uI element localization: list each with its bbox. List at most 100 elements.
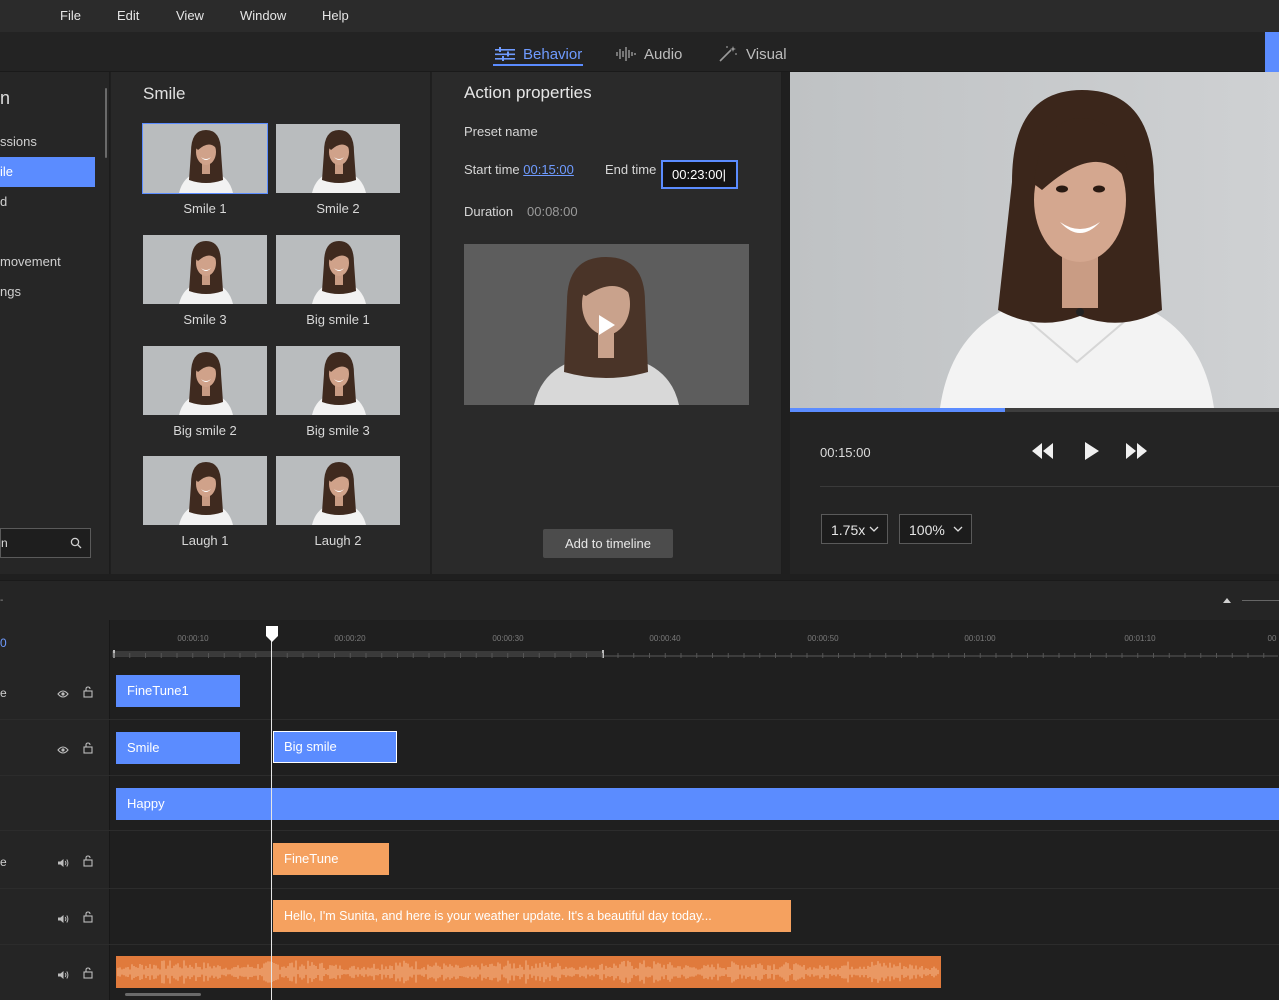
preset-thumbnail-label: Smile 1 bbox=[183, 201, 227, 216]
speaker-icon[interactable] bbox=[57, 855, 69, 873]
track-label: e bbox=[0, 855, 7, 869]
tab-audio-label: Audio bbox=[644, 45, 683, 63]
timeline-current-timecode: 0 bbox=[0, 636, 7, 650]
preview-player: 00:15:00 1.75x 100% bbox=[790, 72, 1279, 574]
category-panel: n ssions ile d movement ngs n bbox=[0, 72, 110, 574]
zoom-select[interactable]: 100% bbox=[899, 514, 972, 544]
track-separator bbox=[0, 888, 1279, 889]
ruler-tick-label: 00:01:00 bbox=[964, 634, 996, 643]
track-label: e bbox=[0, 686, 7, 700]
category-panel-title: n bbox=[0, 88, 11, 108]
clip-big-smile[interactable]: Big smile bbox=[273, 731, 397, 763]
category-item-expressions[interactable]: ssions bbox=[0, 127, 95, 157]
preset-thumbnail-label: Laugh 1 bbox=[181, 533, 229, 548]
tab-visual-label: Visual bbox=[746, 45, 787, 63]
category-item-smile[interactable]: ile bbox=[0, 157, 95, 187]
fast-forward-icon[interactable] bbox=[1124, 442, 1148, 460]
category-scrollbar[interactable] bbox=[105, 88, 107, 158]
preset-thumbnail[interactable] bbox=[143, 456, 267, 525]
clip-finetune1[interactable]: FineTune1 bbox=[116, 675, 240, 707]
preset-thumbnail[interactable] bbox=[276, 456, 400, 525]
preset-thumbnail-label: Smile 3 bbox=[183, 312, 227, 327]
playhead-line bbox=[271, 636, 272, 1000]
preset-thumbnail[interactable] bbox=[276, 124, 400, 193]
player-divider bbox=[820, 486, 1279, 487]
eye-icon[interactable] bbox=[57, 686, 69, 704]
timeline-tracks bbox=[111, 664, 1279, 1000]
ruler-tick-label: 00:00:30 bbox=[492, 634, 524, 643]
lock-icon[interactable] bbox=[83, 741, 93, 759]
clip-happy[interactable]: Happy bbox=[116, 788, 1279, 820]
timeline-ruler[interactable] bbox=[111, 620, 1279, 664]
add-to-timeline-button[interactable]: Add to timeline bbox=[543, 529, 673, 558]
lock-icon[interactable] bbox=[83, 910, 93, 928]
ruler-ticks bbox=[112, 650, 1278, 658]
end-time-label: End time bbox=[605, 162, 657, 177]
preset-thumbnail[interactable] bbox=[276, 346, 400, 415]
clip-speech[interactable]: Hello, I'm Sunita, and here is your weat… bbox=[273, 900, 791, 932]
duration-value: 00:08:00 bbox=[527, 204, 578, 219]
ruler-tick-label: 00:00:20 bbox=[334, 634, 366, 643]
clip-finetune[interactable]: FineTune bbox=[273, 843, 389, 875]
clip-smile[interactable]: Smile bbox=[116, 732, 240, 764]
lock-icon[interactable] bbox=[83, 685, 93, 703]
audio-waveform bbox=[117, 960, 939, 984]
category-item-settings[interactable]: ngs bbox=[0, 277, 95, 307]
search-value: n bbox=[1, 536, 8, 550]
current-time: 00:15:00 bbox=[820, 445, 871, 460]
category-search-input[interactable]: n bbox=[0, 528, 91, 558]
rewind-icon[interactable] bbox=[1031, 442, 1055, 460]
playback-speed-select[interactable]: 1.75x bbox=[821, 514, 888, 544]
eye-icon[interactable] bbox=[57, 742, 69, 760]
timeline-horizontal-scrollbar[interactable] bbox=[125, 993, 201, 996]
behavior-icon bbox=[495, 47, 515, 61]
timeline-zoom-slider[interactable] bbox=[1242, 600, 1279, 601]
panel-edge-accent bbox=[1265, 32, 1279, 72]
chevron-down-icon bbox=[869, 526, 879, 532]
play-button-icon[interactable] bbox=[1084, 442, 1100, 460]
preset-thumbnail[interactable] bbox=[143, 346, 267, 415]
menu-help[interactable]: Help bbox=[322, 8, 349, 23]
lock-icon[interactable] bbox=[83, 854, 93, 872]
preset-thumbnail[interactable] bbox=[276, 235, 400, 304]
tab-visual[interactable]: Visual bbox=[718, 42, 787, 66]
track-separator bbox=[0, 944, 1279, 945]
playhead-handle[interactable] bbox=[266, 626, 278, 642]
tab-audio[interactable]: Audio bbox=[616, 42, 682, 66]
presenter-image bbox=[790, 72, 1279, 408]
start-time-link[interactable]: 00:15:00 bbox=[523, 162, 574, 177]
action-preview-video[interactable] bbox=[464, 244, 749, 405]
search-icon[interactable] bbox=[70, 537, 82, 549]
ruler-tick-label: 00:00:40 bbox=[649, 634, 681, 643]
ruler-tick-label: 00:01:10 bbox=[1124, 634, 1156, 643]
action-properties-title: Action properties bbox=[464, 83, 592, 102]
category-item-movement[interactable]: movement bbox=[0, 247, 95, 277]
preset-thumbnail-label: Laugh 2 bbox=[314, 533, 362, 548]
speaker-icon[interactable] bbox=[57, 911, 69, 929]
preset-thumbnail[interactable] bbox=[143, 235, 267, 304]
action-properties-panel: Action properties Preset name Start time… bbox=[432, 72, 782, 574]
speaker-icon[interactable] bbox=[57, 967, 69, 985]
zoom-value: 100% bbox=[909, 522, 945, 538]
menu-view[interactable]: View bbox=[176, 8, 204, 23]
play-icon[interactable] bbox=[597, 314, 617, 336]
end-time-input[interactable]: 00:23:00| bbox=[661, 160, 738, 189]
tab-behavior[interactable]: Behavior bbox=[495, 42, 582, 66]
category-item-head[interactable]: d bbox=[0, 187, 95, 217]
preset-name-label: Preset name bbox=[464, 124, 538, 139]
preset-thumbnail[interactable] bbox=[142, 123, 268, 194]
playback-speed-value: 1.75x bbox=[831, 522, 866, 538]
menu-edit[interactable]: Edit bbox=[117, 8, 139, 23]
preset-grid-panel: Smile Smile 1 Smile 2 Smile 3 Big smile 1 Bi… bbox=[111, 72, 431, 574]
main-video-view[interactable] bbox=[790, 72, 1279, 408]
menu-window[interactable]: Window bbox=[240, 8, 286, 23]
preset-grid-title: Smile bbox=[143, 84, 186, 103]
menu-file[interactable]: File bbox=[60, 8, 81, 23]
clip-audio-waveform[interactable] bbox=[116, 956, 941, 988]
start-time-row: Start time 00:15:00 bbox=[464, 162, 574, 177]
track-separator bbox=[0, 775, 1279, 776]
track-header-column bbox=[0, 620, 110, 1000]
zoom-triangle-icon[interactable] bbox=[1223, 597, 1231, 603]
lock-icon[interactable] bbox=[83, 966, 93, 984]
ruler-tick-label: 00:00:50 bbox=[807, 634, 839, 643]
